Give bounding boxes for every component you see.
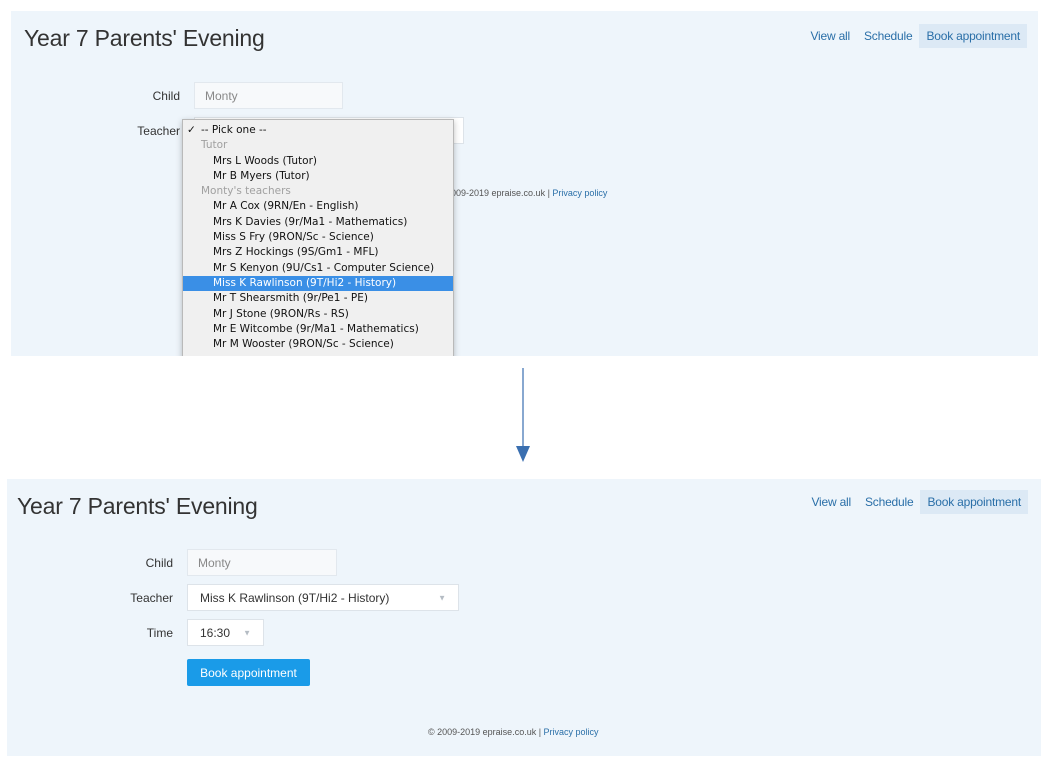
nav-book-appointment[interactable]: Book appointment (919, 24, 1027, 48)
privacy-policy-link[interactable]: Privacy policy (544, 727, 599, 737)
nav-view-all[interactable]: View all (804, 490, 858, 514)
page-title: Year 7 Parents' Evening (24, 25, 265, 51)
top-nav: View all Schedule Book appointment (803, 24, 1027, 48)
dropdown-option[interactable]: Mr M Wooster (9RON/Sc - Science) (183, 337, 453, 352)
footer: 009-2019 epraise.co.uk | Privacy policy (451, 188, 607, 198)
top-nav: View all Schedule Book appointment (804, 490, 1028, 514)
screen-before: Year 7 Parents' Evening View all Schedul… (11, 11, 1038, 356)
dropdown-option[interactable]: Mr T Shearsmith (9r/Pe1 - PE) (183, 291, 453, 306)
caret-down-icon: ▼ (438, 593, 446, 602)
dropdown-option[interactable]: Mr E Witcombe (9r/Ma1 - Mathematics) (183, 322, 453, 337)
dropdown-option[interactable]: Mr A Cox (9RN/En - English) (183, 199, 453, 214)
footer-copyright: 009-2019 epraise.co.uk (451, 188, 546, 198)
dropdown-option[interactable]: Miss S Fry (9RON/Sc - Science) (183, 230, 453, 245)
child-label: Child (152, 89, 180, 103)
nav-schedule[interactable]: Schedule (857, 24, 919, 48)
teacher-select[interactable]: Miss K Rawlinson (9T/Hi2 - History) ▼ (187, 584, 459, 611)
caret-down-icon: ▼ (243, 628, 251, 637)
teacher-label: Teacher (137, 124, 180, 138)
time-select[interactable]: 16:30 ▼ (187, 619, 264, 646)
time-label: Time (146, 626, 173, 640)
arrow-down-icon (516, 368, 530, 462)
book-appointment-button[interactable]: Book appointment (187, 659, 310, 686)
nav-view-all[interactable]: View all (803, 24, 857, 48)
option-label: -- Pick one -- (201, 124, 267, 136)
teacher-label: Teacher (130, 591, 173, 605)
dropdown-group-tutor: Tutor (201, 139, 228, 152)
child-field[interactable]: Monty (187, 549, 337, 576)
time-select-value: 16:30 (200, 625, 231, 640)
screen-after: Year 7 Parents' Evening View all Schedul… (7, 479, 1041, 756)
checkmark-icon: ✓ (187, 124, 196, 136)
child-label: Child (145, 556, 173, 570)
dropdown-option-placeholder[interactable]: ✓ -- Pick one -- (183, 123, 453, 138)
dropdown-option[interactable]: Mrs Z Hockings (9S/Gm1 - MFL) (183, 245, 453, 260)
teacher-select-value: Miss K Rawlinson (9T/Hi2 - History) (200, 590, 390, 605)
footer: © 2009-2019 epraise.co.uk | Privacy poli… (428, 727, 599, 737)
page-title: Year 7 Parents' Evening (17, 493, 258, 519)
nav-book-appointment[interactable]: Book appointment (920, 490, 1028, 514)
dropdown-option[interactable]: Mr B Myers (Tutor) (183, 169, 453, 184)
dropdown-option[interactable]: Mr S Kenyon (9U/Cs1 - Computer Science) (183, 261, 453, 276)
dropdown-option[interactable]: Mrs L Woods (Tutor) (183, 154, 453, 169)
dropdown-group-teachers: Monty's teachers (201, 185, 291, 198)
privacy-policy-link[interactable]: Privacy policy (552, 188, 607, 198)
dropdown-option[interactable]: Mrs K Davies (9r/Ma1 - Mathematics) (183, 215, 453, 230)
teacher-dropdown-list[interactable]: ✓ -- Pick one -- Tutor Mrs L Woods (Tuto… (182, 119, 454, 356)
nav-schedule[interactable]: Schedule (858, 490, 920, 514)
footer-copyright: © 2009-2019 epraise.co.uk (428, 727, 537, 737)
dropdown-option[interactable]: Mr J Stone (9RON/Rs - RS) (183, 307, 453, 322)
footer-separator: | (536, 727, 544, 737)
dropdown-option-selected[interactable]: Miss K Rawlinson (9T/Hi2 - History) (183, 275, 453, 292)
child-field[interactable]: Monty (194, 82, 343, 109)
